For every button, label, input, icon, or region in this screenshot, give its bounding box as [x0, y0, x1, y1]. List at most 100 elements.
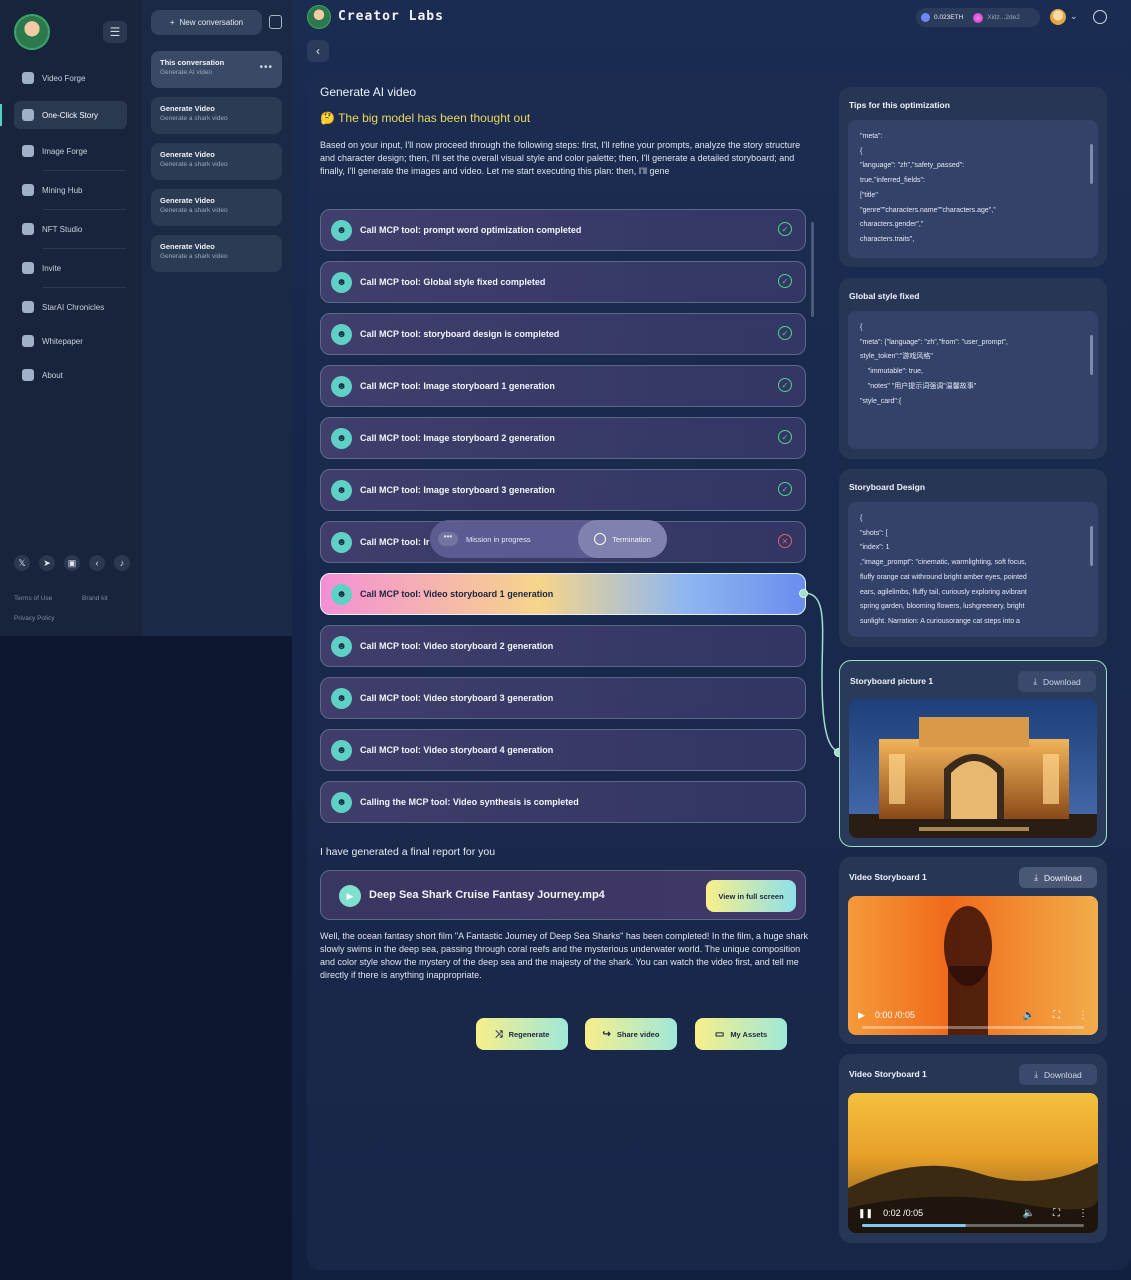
code-line: sunlight. Narration: A curiousorange cat…	[860, 617, 1020, 625]
pause-icon[interactable]: ❚❚	[858, 1208, 873, 1219]
video-title: Video Storyboard 1	[849, 872, 927, 882]
x-icon[interactable]: 𝕏	[14, 555, 30, 571]
mcp-step-item[interactable]: ☻ Call MCP tool: prompt word optimization…	[320, 209, 806, 251]
palace-gate-image	[849, 699, 1097, 838]
mcp-step-item[interactable]: ☻ Call MCP tool: Video storyboard 1 gener…	[320, 573, 806, 615]
thinking-status: 🤔 The big model has been thought out	[320, 111, 530, 125]
conversation-subtitle: Generate a shark video	[160, 161, 228, 168]
chevron-left-icon: ‹	[316, 44, 320, 58]
conversation-item-current[interactable]: This conversation Generate AI video •••	[151, 51, 282, 88]
mcp-step-item[interactable]: ☻ Call MCP tool: Image storyboard 3 gener…	[320, 469, 806, 511]
picture-title: Storyboard picture 1	[850, 676, 934, 686]
more-options-icon[interactable]: •••	[259, 62, 273, 73]
medium-icon[interactable]: ▣	[64, 555, 80, 571]
conversation-item[interactable]: Generate Video Generate a shark video	[151, 143, 282, 180]
sidebar-item-nft-studio[interactable]: NFT Studio	[14, 215, 127, 243]
globe-icon[interactable]	[1093, 10, 1107, 24]
mcp-step-item[interactable]: ☻ Call MCP tool: Video storyboard 4 gener…	[320, 729, 806, 771]
play-icon[interactable]: ▶	[339, 885, 361, 907]
video-player[interactable]: ▶ 0:00 /0:05 🔈 ⛶ ⋮	[848, 896, 1098, 1035]
video-file-card[interactable]: ▶ Deep Sea Shark Cruise Fantasy Journey.…	[320, 870, 806, 920]
step-label: Calling the MCP tool: Video synthesis is…	[360, 797, 579, 807]
chevron-down-icon[interactable]: ⌄	[1070, 11, 1078, 22]
my-assets-button[interactable]: ▭ My Assets	[695, 1018, 787, 1050]
wallet-avatar-icon	[973, 12, 984, 23]
back-icon[interactable]: ‹	[89, 555, 105, 571]
fullscreen-icon[interactable]: ⛶	[1053, 1208, 1060, 1219]
conversation-subtitle: Generate a shark video	[160, 207, 228, 214]
termination-label: Termination	[612, 534, 651, 544]
mcp-step-item[interactable]: ☻ Call MCP tool: Image storyboard 1 gener…	[320, 365, 806, 407]
scrollbar[interactable]	[1090, 144, 1093, 184]
code-line: ,"image_prompt": "cinematic, warmlightin…	[860, 559, 1027, 567]
termination-button[interactable]: Termination	[578, 520, 667, 558]
divider	[43, 287, 126, 288]
video-controls: ❚❚ 0:02 /0:05 🔈 ⛶ ⋮	[848, 1193, 1098, 1233]
fullscreen-icon[interactable]: ⛶	[1053, 1010, 1060, 1021]
scrollbar[interactable]	[1090, 526, 1093, 566]
view-fullscreen-button[interactable]: View in full screen	[706, 880, 796, 912]
mcp-step-item[interactable]: ☻ Call MCP tool: Image storyboard 2 gener…	[320, 417, 806, 459]
tiktok-icon[interactable]: ♪	[114, 555, 130, 571]
conversation-item[interactable]: Generate Video Generate a shark video	[151, 235, 282, 272]
download-button[interactable]: ⤓ Download	[1019, 1064, 1097, 1085]
volume-icon[interactable]: 🔈	[1023, 1010, 1035, 1021]
user-avatar[interactable]	[1050, 9, 1066, 25]
sidebar-item-whitepaper[interactable]: Whitepaper	[14, 327, 127, 355]
sidebar-item-one-click-story[interactable]: One-Click Story	[14, 101, 127, 129]
mcp-step-item[interactable]: ☻ Call MCP tool: Video storyboard 3 gener…	[320, 677, 806, 719]
scrollbar[interactable]	[811, 222, 814, 317]
menu-toggle-icon[interactable]: ☰	[103, 21, 127, 43]
download-button[interactable]: ⤓ Download	[1018, 671, 1096, 692]
mcp-step-item[interactable]: ☻ Call MCP tool: Global style fixed compl…	[320, 261, 806, 303]
video-progress[interactable]	[862, 1224, 1084, 1227]
sidebar-item-image-forge[interactable]: Image Forge	[14, 137, 127, 165]
sidebar-item-label: Mining Hub	[42, 185, 83, 195]
sidebar-item-video-forge[interactable]: Video Forge	[14, 64, 127, 92]
style-card: Global style fixed {"meta": {"language":…	[839, 278, 1107, 459]
conversation-item[interactable]: Generate Video Generate a shark video	[151, 97, 282, 134]
terms-link[interactable]: Terms of Use	[14, 595, 52, 602]
share-video-button[interactable]: ↪ Share video	[585, 1018, 677, 1050]
scrollbar[interactable]	[1090, 335, 1093, 375]
brand-kit-link[interactable]: Brand kit	[82, 595, 108, 602]
privacy-link[interactable]: Privacy Policy	[14, 615, 54, 622]
user-plus-icon	[22, 262, 34, 274]
sidebar-item-label: Video Forge	[42, 73, 86, 83]
mcp-step-item[interactable]: ☻ Call MCP tool: storyboard design is com…	[320, 313, 806, 355]
collapse-panel-icon[interactable]	[269, 15, 282, 29]
sidebar-item-chronicles[interactable]: StarAI Chronicles	[14, 293, 127, 321]
conversation-title: Generate Video	[160, 104, 215, 113]
back-button[interactable]: ‹	[307, 40, 329, 62]
stop-icon	[594, 533, 607, 545]
sidebar-item-mining-hub[interactable]: Mining Hub	[14, 176, 127, 204]
wallet-pill[interactable]: 0.023ETH Xidz...2de2	[916, 8, 1040, 27]
telegram-icon[interactable]: ➤	[39, 555, 55, 571]
check-circle-icon: ✓	[778, 326, 792, 340]
conversation-item[interactable]: Generate Video Generate a shark video	[151, 189, 282, 226]
more-options-icon[interactable]: ⋮	[1078, 1010, 1088, 1021]
step-label: Call MCP tool: Image storyboard 1 genera…	[360, 381, 555, 391]
conversation-subtitle: Generate a shark video	[160, 115, 228, 122]
diamond-icon	[22, 369, 34, 381]
video-progress[interactable]	[862, 1026, 1084, 1029]
shuffle-icon: ⤨	[494, 1028, 503, 1040]
play-icon[interactable]: ▶	[858, 1010, 865, 1021]
new-conversation-button[interactable]: + New conversation	[151, 10, 262, 35]
mcp-step-item[interactable]: ☻ Calling the MCP tool: Video synthesis i…	[320, 781, 806, 823]
video-player[interactable]: ❚❚ 0:02 /0:05 🔈 ⛶ ⋮	[848, 1093, 1098, 1233]
sidebar-item-label: One-Click Story	[42, 110, 99, 120]
download-button[interactable]: ⤓ Download	[1019, 867, 1097, 888]
volume-icon[interactable]: 🔈	[1023, 1208, 1035, 1219]
code-line: {	[860, 147, 863, 155]
mcp-step-item[interactable]: ☻ Call MCP tool: Video storyboard 2 gener…	[320, 625, 806, 667]
connector-start	[799, 589, 808, 598]
share-label: Share video	[616, 1029, 660, 1039]
regenerate-button[interactable]: ⤨ Regenerate	[476, 1018, 568, 1050]
sidebar-item-about[interactable]: About	[14, 361, 127, 389]
sidebar-item-label: Image Forge	[42, 146, 88, 156]
more-options-icon[interactable]: ⋮	[1078, 1208, 1088, 1219]
sidebar-item-invite[interactable]: Invite	[14, 254, 127, 282]
regenerate-label: Regenerate	[508, 1029, 550, 1039]
divider	[43, 209, 126, 210]
